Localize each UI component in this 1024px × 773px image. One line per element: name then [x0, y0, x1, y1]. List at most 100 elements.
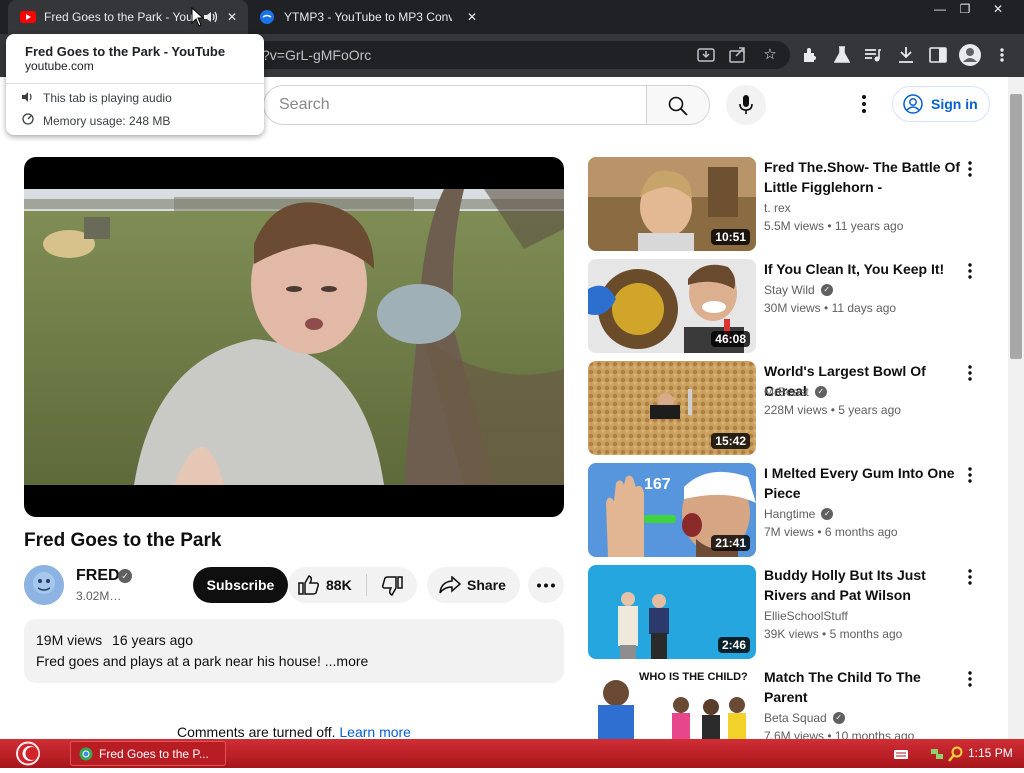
recommendation-channel[interactable]: Stay Wild ✓ [764, 283, 833, 297]
channel-name[interactable]: MrBeast [764, 385, 809, 399]
subscriber-count: 3.02M… [76, 589, 122, 603]
tab-ytmp3[interactable]: YTMP3 - YouTube to MP3 Converter ✕ [250, 0, 486, 34]
video-thumbnail[interactable]: 167 21:41 [588, 463, 756, 557]
duration-badge: 46:08 [711, 331, 750, 347]
install-app-icon[interactable] [697, 47, 715, 63]
share-button[interactable]: Share [427, 567, 520, 603]
search-tray-icon[interactable] [948, 746, 964, 762]
settings-more-icon[interactable] [852, 92, 876, 116]
channel-name[interactable]: Stay Wild [764, 283, 815, 297]
sign-in-label: Sign in [931, 96, 978, 112]
video-thumbnail[interactable]: 46:08 [588, 259, 756, 353]
like-button[interactable]: 88K [288, 567, 366, 603]
recommendation-title[interactable]: Match The Child To The Parent [764, 667, 964, 707]
recommendation-title[interactable]: Buddy Holly But Its Just Rivers and Pat … [764, 565, 962, 605]
verified-check-icon: ✓ [118, 569, 132, 583]
keyboard-icon[interactable] [893, 746, 909, 762]
more-options-icon[interactable] [960, 465, 980, 485]
horizontal-ellipsis-icon [537, 583, 555, 588]
side-panel-icon[interactable] [929, 47, 947, 63]
profile-avatar-icon[interactable] [959, 44, 981, 66]
media-queue-icon[interactable] [864, 47, 882, 63]
scrollbar-thumb[interactable] [1010, 94, 1022, 359]
more-options-icon[interactable] [960, 261, 980, 281]
sign-in-button[interactable]: Sign in [892, 86, 990, 122]
recommendation-channel[interactable]: t. rex [764, 201, 791, 215]
bookmark-star-icon[interactable]: ☆ [759, 44, 781, 66]
start-button[interactable] [8, 739, 48, 768]
youtube-favicon-icon [20, 11, 36, 23]
verified-check-icon: ✓ [814, 386, 827, 398]
learn-more-link[interactable]: Learn more [339, 724, 411, 740]
recommendation-title[interactable]: If You Clean It, You Keep It! [764, 259, 964, 279]
recommendation-channel[interactable]: EllieSchoolStuff [764, 609, 848, 623]
recommendation-item[interactable]: 10:51 Fred The.Show- The Battle Of Littl… [588, 157, 998, 253]
search-button[interactable] [646, 85, 710, 125]
recommendation-meta: 7.6M views • 10 months ago [764, 729, 914, 739]
recommendation-channel[interactable]: Hangtime ✓ [764, 507, 834, 521]
like-count: 88K [326, 577, 352, 593]
channel-name[interactable]: t. rex [764, 201, 791, 215]
upload-age: 11 years ago [834, 219, 904, 233]
dislike-button[interactable] [367, 567, 417, 603]
search-placeholder: Search [279, 96, 330, 113]
more-options-icon[interactable] [960, 159, 980, 179]
restore-window-button[interactable]: ❐ [950, 0, 980, 18]
download-icon[interactable] [897, 46, 915, 64]
video-thumbnail[interactable]: WHO IS THE CHILD? [588, 667, 756, 739]
tab-title: Fred Goes to the Park - YouTube [44, 10, 194, 24]
video-title: Fred Goes to the Park [24, 530, 222, 551]
recommendation-title[interactable]: Fred The.Show- The Battle Of Little Figg… [764, 157, 964, 197]
view-count: 7.6M views [764, 729, 825, 739]
speaker-icon[interactable] [204, 11, 218, 23]
recommendation-item[interactable]: 167 21:41 I Melted Every Gum Into One Pi… [588, 463, 998, 559]
recommendation-channel[interactable]: MrBeast ✓ [764, 385, 827, 399]
channel-name[interactable]: EllieSchoolStuff [764, 609, 848, 623]
recommendation-channel[interactable]: Beta Squad ✓ [764, 711, 845, 725]
share-page-icon[interactable] [729, 47, 747, 63]
network-icon[interactable] [929, 746, 945, 762]
close-tab-icon[interactable]: ✕ [224, 10, 240, 24]
thumbs-down-icon [381, 576, 403, 596]
video-frame [24, 189, 564, 485]
channel-name[interactable]: Beta Squad [764, 711, 827, 725]
search-input[interactable]: Search [263, 85, 647, 125]
browser-app-icon [79, 747, 93, 760]
recommendation-title[interactable]: I Melted Every Gum Into One Piece [764, 463, 964, 503]
duration-badge: 15:42 [711, 433, 750, 449]
upload-age: 5 months ago [829, 627, 903, 641]
video-thumbnail[interactable]: 10:51 [588, 157, 756, 251]
extensions-icon[interactable] [802, 47, 818, 63]
more-options-icon[interactable] [960, 669, 980, 689]
video-thumbnail[interactable]: 15:42 [588, 361, 756, 455]
more-options-icon[interactable] [960, 363, 980, 383]
recommendation-item[interactable]: WHO IS THE CHILD? Match The Child To The… [588, 667, 998, 739]
upload-age: 5 years ago [838, 403, 901, 417]
more-options-icon[interactable] [960, 567, 980, 587]
taskbar-item-chrome[interactable]: Fred Goes to the P... [70, 741, 226, 766]
video-player[interactable] [24, 157, 564, 517]
more-actions-button[interactable] [528, 567, 564, 603]
recommendation-item[interactable]: 46:08 If You Clean It, You Keep It! Stay… [588, 259, 998, 355]
channel-avatar[interactable] [24, 565, 64, 605]
description-box[interactable]: 19M views 16 years ago Fred goes and pla… [24, 619, 564, 683]
close-window-button[interactable]: ✕ [983, 0, 1013, 18]
voice-search-button[interactable] [726, 85, 766, 125]
view-count: 19M views [36, 632, 103, 648]
recommendation-item[interactable]: 2:46 Buddy Holly But Its Just Rivers and… [588, 565, 998, 661]
view-count: 7M views [764, 525, 815, 539]
subscribe-button[interactable]: Subscribe [193, 567, 288, 603]
description-more-link[interactable]: ...more [325, 653, 369, 669]
browser-menu-icon[interactable] [998, 47, 1006, 63]
tab-fred-goes-to-the-park[interactable]: Fred Goes to the Park - YouTube ✕ [8, 0, 248, 34]
close-tab-icon[interactable]: ✕ [464, 10, 480, 24]
labs-flask-icon[interactable] [834, 46, 850, 64]
view-count: 228M views [764, 403, 828, 417]
recommendation-item[interactable]: 15:42 World's Largest Bowl Of Cereal MrB… [588, 361, 998, 457]
video-thumbnail[interactable]: 2:46 [588, 565, 756, 659]
view-count: 5.5M views [764, 219, 825, 233]
channel-name[interactable]: FRED [76, 567, 120, 585]
hover-card-domain: youtube.com [25, 59, 94, 73]
page-scrollbar[interactable] [1008, 77, 1024, 739]
channel-name[interactable]: Hangtime [764, 507, 815, 521]
